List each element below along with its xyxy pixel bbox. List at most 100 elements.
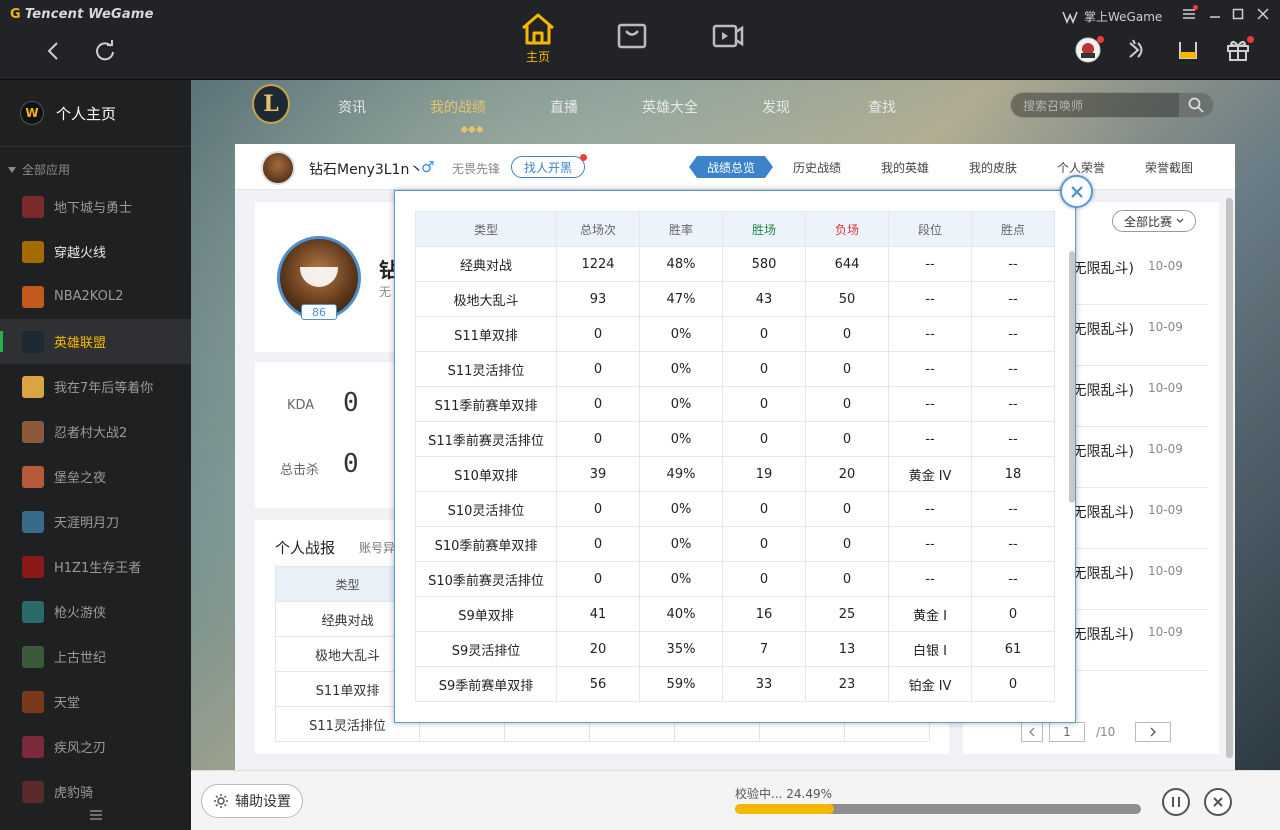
progress-bar (735, 804, 1141, 814)
lol-nav-item-3[interactable]: 英雄大全 (642, 97, 698, 117)
profile-tab-0[interactable]: 战绩总览 (689, 156, 773, 178)
table-row: S11季前赛单双排 0 0% 0 0 -- -- (415, 386, 1055, 422)
lol-nav-item-0[interactable]: 资讯 (338, 97, 366, 117)
sidebar-item-cf[interactable]: 穿越火线 (0, 229, 191, 274)
back-button[interactable] (38, 36, 68, 66)
user-avatar-button[interactable] (1074, 36, 1104, 64)
sidebar-item-lol[interactable]: 英雄联盟 (0, 319, 191, 364)
nav-home[interactable]: 主页 (508, 12, 568, 65)
ninja-icon (22, 420, 44, 443)
sidebar-more-button[interactable] (0, 800, 191, 830)
profile-tab-5[interactable]: 荣誉截图 (1145, 159, 1193, 176)
match-filter-dropdown[interactable]: 全部比赛 (1112, 210, 1196, 232)
value-cell: 黄金 IV (888, 456, 972, 492)
match-mode: (无限乱斗) (1067, 566, 1134, 582)
mode-cell: S9季前赛单双排 (415, 666, 557, 702)
sidebar-item-ninja[interactable]: 忍者村大战2 (0, 409, 191, 454)
value-cell: 1224 (556, 246, 640, 282)
next-page-button[interactable] (1135, 722, 1171, 742)
match-mode: (无限乱斗) (1067, 261, 1134, 277)
page-number-input[interactable]: 1 (1049, 722, 1085, 742)
lol-nav-item-1[interactable]: 我的战绩 (430, 97, 486, 117)
value-cell: 61 (971, 631, 1055, 667)
sidebar-item-wind-blade[interactable]: 疾风之刃 (0, 724, 191, 769)
menu-button[interactable] (1179, 4, 1199, 24)
mobile-wegame-link[interactable]: 掌上WeGame (1062, 8, 1162, 25)
page-scrollbar[interactable] (1226, 198, 1233, 758)
sidebar-item-blade[interactable]: 天涯明月刀 (0, 499, 191, 544)
value-cell: 47% (639, 281, 723, 317)
sidebar-item-label: H1Z1生存王者 (54, 561, 142, 576)
mode-cell: S9灵活排位 (415, 631, 557, 667)
assist-settings-button[interactable]: 辅助设置 (201, 784, 303, 818)
dnf-icon (22, 195, 44, 218)
nav-store[interactable] (602, 22, 662, 50)
sidebar-item-h1z1[interactable]: H1Z1生存王者 (0, 544, 191, 589)
column-header: 负场 (805, 211, 889, 247)
value-cell: 13 (805, 631, 889, 667)
profile-tab-4[interactable]: 个人荣誉 (1057, 159, 1105, 176)
value-cell: 93 (556, 281, 640, 317)
sidebar: W 个人主页 全部应用 地下城与勇士 穿越火线 NBA2KOL2 英雄联盟 我在7年后等… (0, 80, 191, 830)
value-cell: 0 (722, 316, 806, 352)
wegame-logo-icon: G (10, 7, 21, 22)
profile-tab-3[interactable]: 我的皮肤 (969, 159, 1017, 176)
all-apps-toggle[interactable]: 全部应用 (8, 161, 70, 178)
match-date: 10-09 (1148, 259, 1183, 273)
gunfire-icon (22, 600, 44, 623)
sidebar-item-gunfire[interactable]: 枪火游侠 (0, 589, 191, 634)
table-row: S10单双排 39 49% 19 20 黄金 IV 18 (415, 456, 1055, 492)
page-total: /10 (1096, 725, 1116, 739)
table-row: 极地大乱斗 93 47% 43 50 -- -- (415, 281, 1055, 317)
kda-value: 0 (343, 388, 359, 418)
arrow-left-icon (47, 42, 58, 60)
cancel-download-button[interactable] (1204, 788, 1232, 816)
column-header: 段位 (888, 211, 972, 247)
voice-button[interactable] (1124, 36, 1152, 64)
sidebar-home[interactable]: W 个人主页 (0, 80, 191, 146)
prev-page-button[interactable] (1021, 722, 1043, 742)
maximize-button[interactable] (1228, 4, 1248, 24)
sidebar-item-fortnite[interactable]: 堡垒之夜 (0, 454, 191, 499)
profile-tab-1[interactable]: 历史战绩 (793, 159, 841, 176)
value-cell: -- (971, 246, 1055, 282)
mode-cell: S10单双排 (415, 456, 557, 492)
profile-tab-2[interactable]: 我的英雄 (881, 159, 929, 176)
sidebar-item-dnf[interactable]: 地下城与勇士 (0, 184, 191, 229)
skin-button[interactable] (1174, 36, 1202, 64)
menu-notification-dot (1193, 5, 1198, 10)
total-kills-label: 总击杀 (280, 463, 320, 478)
summoner-search-input[interactable] (1023, 97, 1173, 115)
sidebar-item-anime[interactable]: 我在7年后等着你 (0, 364, 191, 409)
lol-logo-icon[interactable]: L (252, 84, 290, 124)
sidebar-item-basketball[interactable]: NBA2KOL2 (0, 274, 191, 319)
minimize-button[interactable] (1205, 4, 1225, 24)
table-row: S9灵活排位 20 35% 7 13 白银 Ⅰ 61 (415, 631, 1055, 667)
search-button[interactable] (1179, 93, 1213, 117)
value-cell: 白银 Ⅰ (888, 631, 972, 667)
sidebar-item-archeage[interactable]: 上古世纪 (0, 634, 191, 679)
value-cell: 0% (639, 561, 723, 597)
find-teammate-button[interactable]: 找人开黑 (511, 154, 587, 178)
anime-icon (22, 375, 44, 398)
nav-video[interactable] (698, 22, 758, 50)
lol-icon (22, 330, 44, 353)
sidebar-item-lineage[interactable]: 天堂 (0, 679, 191, 724)
pause-button[interactable] (1162, 788, 1190, 816)
gift-button[interactable] (1224, 36, 1254, 64)
value-cell: 0 (805, 491, 889, 527)
close-window-button[interactable] (1253, 4, 1273, 24)
popup-scrollbar[interactable] (1069, 251, 1075, 503)
search-icon (1188, 97, 1204, 113)
value-cell: 0 (722, 561, 806, 597)
lol-nav-item-2[interactable]: 直播 (550, 97, 578, 117)
mode-cell: S11灵活排位 (415, 351, 557, 387)
lol-nav-item-4[interactable]: 发现 (762, 97, 790, 117)
value-cell: -- (971, 281, 1055, 317)
popup-close-button[interactable] (1060, 175, 1093, 208)
refresh-button[interactable] (90, 36, 120, 66)
value-cell: 0 (805, 561, 889, 597)
wegame-w-icon: W (20, 101, 44, 125)
value-cell: -- (971, 491, 1055, 527)
lol-nav-item-5[interactable]: 查找 (868, 97, 896, 117)
